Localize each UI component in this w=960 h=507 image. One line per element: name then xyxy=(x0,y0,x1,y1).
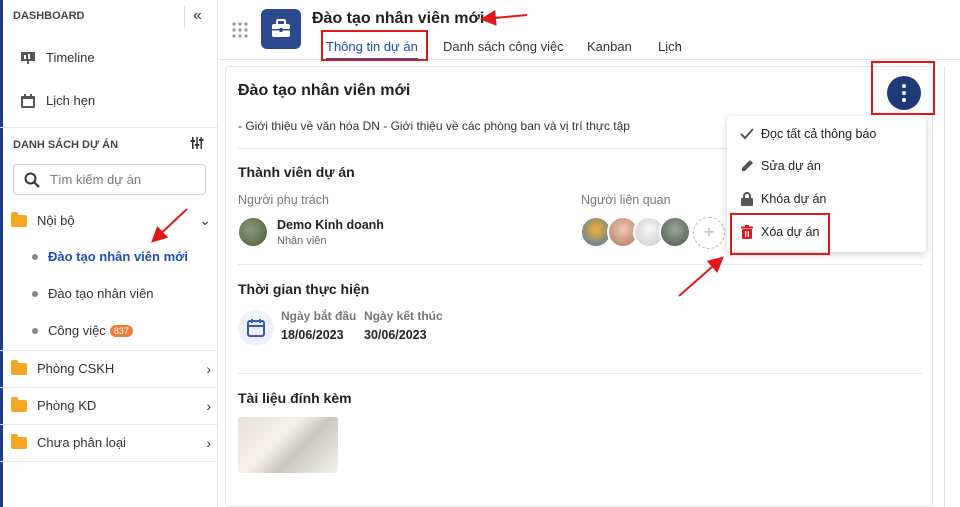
tab-danh-sach-cong-viec[interactable]: Danh sách công việc xyxy=(443,39,564,54)
divider xyxy=(0,387,217,388)
start-date-label: Ngày bắt đầu xyxy=(281,309,357,323)
owner-name: Demo Kinh doanh xyxy=(277,218,384,232)
project-item-dao-tao-nhan-vien-moi[interactable]: Đào tạo nhân viên mới xyxy=(32,249,188,264)
search-icon xyxy=(24,172,40,188)
calendar-icon xyxy=(21,93,35,108)
folder-label: Phòng CSKH xyxy=(37,361,115,376)
attachments-heading: Tài liệu đính kèm xyxy=(238,390,352,406)
divider xyxy=(238,373,922,374)
dashboard-heading: DASHBOARD xyxy=(13,10,85,22)
chevron-right-icon: › xyxy=(206,360,211,377)
folder-phong-kd[interactable]: Phòng KD › xyxy=(11,396,211,414)
search-placeholder: Tìm kiếm dự án xyxy=(50,172,142,187)
owner-role: Nhân viên xyxy=(277,235,327,247)
tab-kanban[interactable]: Kanban xyxy=(587,39,632,54)
count-badge: 837 xyxy=(109,324,133,337)
project-description: - Giới thiệu về văn hóa DN - Giới thiệu … xyxy=(238,119,630,133)
tab-lich[interactable]: Lịch xyxy=(658,39,682,54)
owner-label: Người phụ trách xyxy=(238,193,329,207)
project-list-heading: DANH SÁCH DỰ ÁN xyxy=(13,139,119,151)
avatar[interactable] xyxy=(237,216,269,248)
briefcase-icon xyxy=(261,9,301,49)
sidebar-item-timeline[interactable]: Timeline xyxy=(20,50,95,65)
avatar[interactable] xyxy=(659,216,691,248)
filter-icon[interactable] xyxy=(190,136,204,153)
project-label: Đào tạo nhân viên xyxy=(48,286,154,301)
card-title: Đào tạo nhân viên mới xyxy=(238,82,411,99)
bullet-icon xyxy=(32,327,38,334)
apps-grid-icon[interactable] xyxy=(232,22,248,38)
check-icon xyxy=(740,128,754,140)
project-item-cong-viec[interactable]: Công việc 837 xyxy=(32,323,133,338)
menu-item-read-all[interactable]: Đọc tất cả thông báo xyxy=(739,126,876,142)
members-heading: Thành viên dự án xyxy=(238,164,355,180)
project-item-dao-tao-nhan-vien[interactable]: Đào tạo nhân viên xyxy=(32,286,154,301)
sidebar-item-lich-hen[interactable]: Lịch hẹn xyxy=(20,93,95,108)
folder-icon xyxy=(11,211,27,227)
right-panel xyxy=(944,66,960,507)
folder-label: Phòng KD xyxy=(37,398,97,413)
lock-icon xyxy=(741,192,753,206)
project-label: Đào tạo nhân viên mới xyxy=(48,249,188,264)
calendar-icon xyxy=(238,310,274,346)
sidebar-item-label: Lịch hẹn xyxy=(46,93,96,108)
page-title: Đào tạo nhân viên mới xyxy=(312,10,485,27)
divider xyxy=(0,461,217,462)
sidebar: DASHBOARD « Timeline Lịch hẹn DANH SÁCH … xyxy=(0,0,218,507)
time-heading: Thời gian thực hiện xyxy=(238,281,370,297)
attachment-thumbnail[interactable] xyxy=(238,417,338,473)
divider xyxy=(0,127,217,128)
menu-item-label: Đọc tất cả thông báo xyxy=(761,127,877,141)
folder-phong-cskh[interactable]: Phòng CSKH › xyxy=(11,359,211,377)
bullet-icon xyxy=(32,253,38,260)
highlight-box xyxy=(871,61,935,115)
highlight-box xyxy=(321,30,428,61)
folder-icon xyxy=(11,433,27,449)
folder-label: Chưa phân loại xyxy=(37,435,126,450)
divider xyxy=(0,424,217,425)
presentation-icon xyxy=(21,51,35,64)
end-date-value: 30/06/2023 xyxy=(364,328,427,342)
double-chevron-left-icon[interactable]: « xyxy=(184,6,210,28)
end-date-label: Ngày kết thúc xyxy=(364,309,443,323)
project-label: Công việc xyxy=(48,323,106,338)
chevron-down-icon: ⌄ xyxy=(199,212,211,228)
add-member-button[interactable]: + xyxy=(693,217,725,249)
bullet-icon xyxy=(32,290,38,297)
folder-noi-bo[interactable]: Nội bộ ⌄ xyxy=(11,211,211,228)
sidebar-item-label: Timeline xyxy=(46,50,95,65)
menu-item-label: Khóa dự án xyxy=(761,192,827,206)
folder-label: Nội bộ xyxy=(37,213,75,228)
start-date-value: 18/06/2023 xyxy=(281,328,344,342)
folder-icon xyxy=(11,396,27,412)
divider xyxy=(238,264,922,265)
highlight-box xyxy=(730,213,830,255)
menu-item-label: Sửa dự án xyxy=(761,159,821,173)
menu-item-edit[interactable]: Sửa dự án xyxy=(739,158,821,174)
chevron-right-icon: › xyxy=(206,434,211,451)
chevron-right-icon: › xyxy=(206,397,211,414)
pencil-icon xyxy=(742,160,753,171)
project-search-input[interactable]: Tìm kiếm dự án xyxy=(13,164,206,195)
divider xyxy=(0,350,217,351)
related-label: Người liên quan xyxy=(581,193,671,207)
folder-chua-phan-loai[interactable]: Chưa phân loại › xyxy=(11,433,211,451)
menu-item-lock[interactable]: Khóa dự án xyxy=(739,191,826,207)
folder-icon xyxy=(11,359,27,375)
